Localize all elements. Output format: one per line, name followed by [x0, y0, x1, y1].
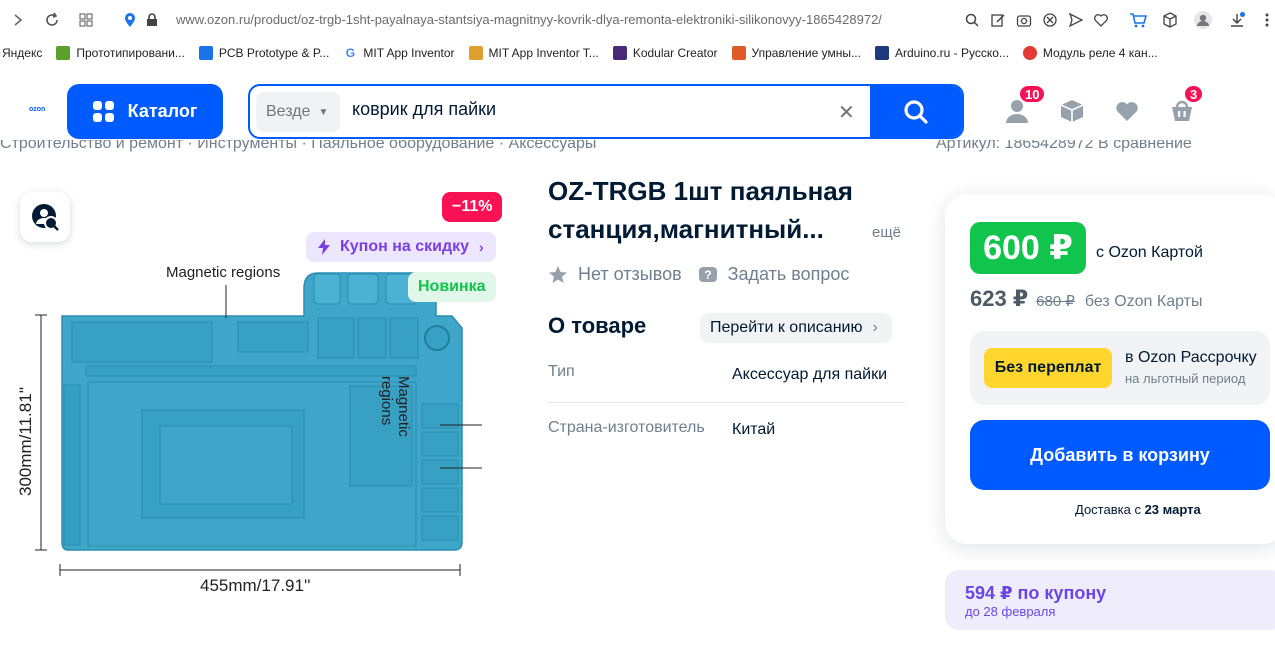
magnetic-regions-right-label: Magnetic regions — [378, 376, 412, 437]
delivery-info: Доставка с 23 марта — [1075, 502, 1201, 517]
question-icon: ? — [698, 266, 717, 282]
menu-dots-icon[interactable] — [1257, 10, 1275, 30]
jlc-favicon-icon — [198, 46, 213, 60]
search-icon — [904, 99, 928, 124]
catalog-label: Каталог — [127, 101, 198, 121]
spec-divider — [548, 402, 905, 403]
coupon-price: 594 ₽ по купону — [965, 583, 1107, 603]
ozon-logo[interactable]: ozon — [29, 106, 45, 113]
regular-price: 623 ₽ — [970, 286, 1029, 311]
forward-icon[interactable] — [8, 10, 28, 30]
lens-search-icon[interactable] — [962, 10, 982, 30]
product-title: OZ-TRGB 1шт паяльная станция,магнитный..… — [548, 176, 853, 244]
bookmarks-bar: Яндекс Прототипировани... PCB Prototype … — [0, 40, 1275, 66]
no-overpay-pill: Без переплат — [984, 348, 1112, 388]
bookmark-kodular[interactable]: Kodular Creator — [612, 46, 718, 60]
lock-icon[interactable] — [142, 10, 162, 30]
new-tag: Новинка — [408, 272, 496, 302]
bookmark-yandex[interactable]: Яндекс — [2, 46, 42, 60]
reviews-link[interactable]: Нет отзывов — [578, 264, 682, 285]
clear-search-icon[interactable]: ✕ — [838, 100, 855, 125]
ask-question-link[interactable]: Задать вопрос — [728, 264, 850, 285]
tabs-grid-icon[interactable] — [76, 10, 96, 30]
catalog-button[interactable]: Каталог — [67, 84, 223, 139]
installment-block[interactable]: Без переплат в Ozon Рассрочку на льготны… — [970, 331, 1270, 405]
product-meta: Нет отзывов ? Задать вопрос — [548, 264, 849, 285]
google-favicon-icon: G — [343, 46, 358, 60]
favorites-heart-icon[interactable] — [1114, 98, 1140, 124]
location-pin-icon[interactable] — [120, 10, 140, 30]
magnetic-regions-top-label: Magnetic regions — [166, 264, 281, 281]
bookmark-pcb[interactable]: PCB Prototype & P... — [198, 46, 329, 60]
ozon-card-price: 600 ₽ — [970, 222, 1086, 274]
url-text[interactable]: www.ozon.ru/product/oz-trgb-1sht-payalna… — [176, 12, 882, 27]
search-scope-select[interactable]: Везде ▼ — [256, 92, 340, 132]
article-and-compare[interactable]: Артикул: 1865428972 В сравнение — [936, 140, 1192, 153]
spec-value-type[interactable]: Аксессуар для пайки — [732, 366, 887, 384]
profile-badge: 10 — [1018, 84, 1047, 104]
goto-description-button[interactable]: Перейти к описанию › — [700, 313, 892, 343]
old-price: 680 ₽ — [1036, 293, 1075, 310]
search-bar: Везде ▼ ✕ — [248, 84, 964, 139]
reload-icon[interactable] — [42, 10, 62, 30]
block-icon[interactable] — [1040, 10, 1060, 30]
bookmark-arduino[interactable]: Arduino.ru - Русско... — [874, 46, 1009, 60]
photo-search-button[interactable] — [20, 192, 70, 242]
cart-badge: 3 — [1183, 84, 1205, 104]
browser-toolbar: www.ozon.ru/product/oz-trgb-1sht-payalna… — [0, 0, 1275, 40]
favorite-heart-icon[interactable] — [1091, 10, 1111, 30]
box-icon[interactable] — [1160, 10, 1180, 30]
chevron-right-icon: › — [872, 319, 878, 336]
lightning-icon — [318, 239, 330, 255]
coupon-price-card[interactable]: 594 ₽ по купону до 28 февраля — [945, 570, 1275, 630]
coupon-valid-until: до 28 февраля — [965, 604, 1056, 619]
regular-price-row: 623 ₽ 680 ₽ без Ozon Карты — [970, 286, 1202, 312]
catalog-grid-icon — [92, 101, 114, 122]
search-button[interactable] — [870, 86, 962, 137]
discount-badge: −11% — [442, 192, 503, 222]
title-more-link[interactable]: ещё — [872, 224, 901, 241]
chevron-right-icon: › — [479, 239, 484, 255]
bookmark-smart-home[interactable]: Управление умны... — [731, 46, 861, 60]
height-dimension-label: 300mm/11.81'' — [16, 386, 35, 496]
breadcrumb: Строительство и ремонт · Инструменты · П… — [0, 140, 1275, 156]
about-heading: О товаре — [548, 313, 647, 338]
product-image-area: Magnetic regions Magnetic regions 300mm/… — [0, 170, 520, 610]
installment-title: в Ozon Рассрочку — [1125, 349, 1257, 366]
edit-icon[interactable] — [988, 10, 1008, 30]
installment-subtitle: на льготный период — [1125, 371, 1246, 386]
profile-avatar-icon[interactable] — [1193, 10, 1213, 30]
bookmark-mit-app-inventor[interactable]: G MIT App Inventor — [343, 46, 455, 60]
shopping-cart-icon[interactable] — [1128, 10, 1148, 30]
breadcrumb-path[interactable]: Строительство и ремонт · Инструменты · П… — [0, 140, 596, 153]
bookmark-mit-app-inventor-t[interactable]: MIT App Inventor T... — [468, 46, 599, 60]
kodular-favicon-icon — [612, 46, 627, 60]
send-icon[interactable] — [1066, 10, 1086, 30]
search-input[interactable] — [352, 99, 812, 120]
bookmark-relay-module[interactable]: Модуль реле 4 кан... — [1022, 46, 1158, 60]
svg-text:?: ? — [704, 268, 711, 282]
price-card: 600 ₽ с Ozon Картой 623 ₽ 680 ₽ без Ozon… — [945, 194, 1275, 544]
spec-value-country: Китай — [732, 421, 776, 438]
bookmark-prototyping[interactable]: Прототипировани... — [56, 46, 185, 60]
coupon-tag[interactable]: Купон на скидку › — [306, 232, 496, 262]
add-to-cart-button[interactable]: Добавить в корзину — [970, 420, 1270, 490]
no-card-note: без Ozon Карты — [1084, 293, 1203, 310]
bookmark-favicon-icon — [56, 46, 71, 60]
spec-key-country: Страна-изготовитель — [548, 419, 705, 436]
relay-favicon-icon — [1022, 46, 1037, 60]
ozon-card-note: с Ozon Картой — [1096, 244, 1203, 261]
camera-icon[interactable] — [1014, 10, 1034, 30]
star-icon — [549, 265, 567, 283]
arduino-favicon-icon — [874, 46, 889, 60]
home-favicon-icon — [731, 46, 746, 60]
download-icon[interactable] — [1227, 10, 1247, 30]
orders-box-icon[interactable] — [1059, 98, 1085, 124]
delivery-date: 23 марта — [1144, 502, 1201, 517]
chevron-down-icon: ▼ — [318, 106, 329, 118]
width-dimension-label: 455mm/17.91'' — [200, 576, 311, 595]
camera-search-icon — [32, 204, 59, 231]
spec-key-type: Тип — [548, 363, 575, 380]
mit-favicon-icon — [468, 46, 483, 60]
